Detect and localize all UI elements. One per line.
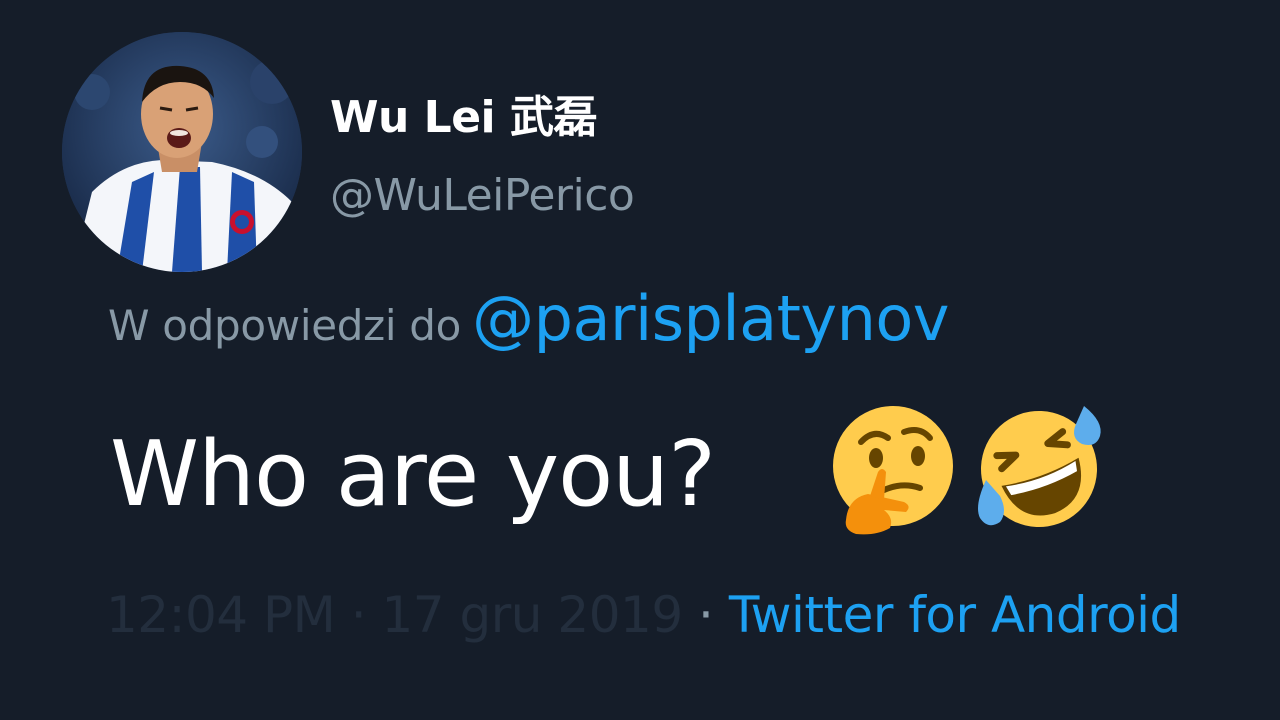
profile-photo-icon xyxy=(62,32,302,272)
reply-target-link[interactable]: @parisplatynov xyxy=(472,282,949,355)
tweet-date[interactable]: 17 gru 2019 xyxy=(382,586,684,644)
reply-context: W odpowiedzi do @parisplatynov xyxy=(108,282,950,372)
reply-prefix-label: W odpowiedzi do xyxy=(108,301,462,350)
tweet-text: Who are you? xyxy=(110,422,716,527)
tweet-meta: 12:04 PM · 17 gru 2019 · Twitter for And… xyxy=(106,580,1181,650)
display-name[interactable]: Wu Lei 武磊 xyxy=(330,88,597,148)
meta-separator: · xyxy=(698,586,714,644)
tweet-card: Wu Lei 武磊 @WuLeiPerico W odpowiedzi do @… xyxy=(0,0,1280,720)
avatar[interactable] xyxy=(62,32,302,272)
tweet-source-link[interactable]: Twitter for Android xyxy=(729,586,1181,644)
rofl-face-icon xyxy=(972,402,1106,536)
meta-separator: · xyxy=(350,586,367,644)
tweet-time[interactable]: 12:04 PM xyxy=(106,586,336,644)
user-handle[interactable]: @WuLeiPerico xyxy=(330,166,635,226)
thinking-face-icon xyxy=(826,402,960,536)
